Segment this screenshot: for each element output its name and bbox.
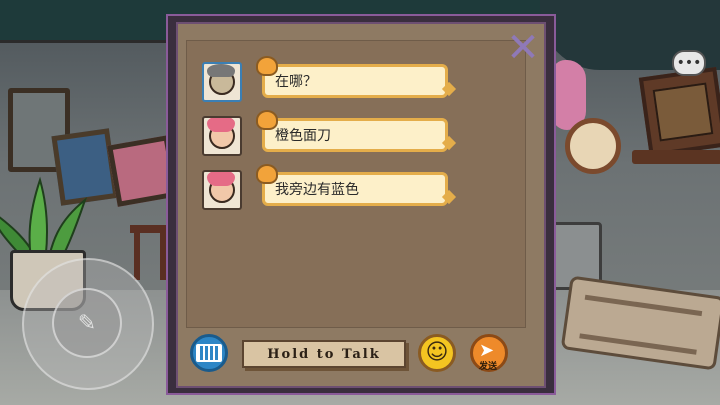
emoji-button[interactable]: ☺: [418, 334, 456, 372]
joystick-knob[interactable]: ✎: [52, 288, 122, 358]
smiley-icon: ☺: [425, 340, 449, 365]
player-avatar: [202, 116, 242, 156]
close-icon[interactable]: ✕: [505, 28, 541, 68]
tv-screen: [652, 82, 714, 142]
keyboard-button[interactable]: [190, 334, 228, 372]
chat-message: 在哪？: [202, 56, 462, 104]
message-text: 在哪？: [275, 74, 317, 90]
message-bubble: 我旁边有蓝色: [262, 172, 448, 206]
message-bubble: 在哪？: [262, 64, 448, 98]
hold-to-talk-button[interactable]: Hold to Talk: [242, 340, 406, 368]
send-label: 发送: [479, 362, 498, 372]
bird-icon: [256, 56, 278, 76]
bird-icon: [256, 110, 278, 130]
bird-icon: [256, 164, 278, 184]
paper-plane-icon: ➤: [479, 340, 495, 361]
chat-bubble-icon[interactable]: •••: [672, 50, 706, 76]
send-button[interactable]: ➤ 发送: [470, 334, 508, 372]
player-avatar: [202, 62, 242, 102]
wall-tv: [638, 66, 720, 158]
message-bubble: 橙色面刀: [262, 118, 448, 152]
chat-message: 我旁边有蓝色: [202, 164, 462, 212]
keyboard-icon: [196, 344, 222, 362]
chat-message: 橙色面刀: [202, 110, 462, 158]
message-text: 我旁边有蓝色: [275, 182, 359, 198]
message-text: 橙色面刀: [275, 128, 331, 144]
player-avatar: [202, 170, 242, 210]
wall-clock: [565, 118, 621, 174]
wall-shelf: [632, 150, 720, 164]
